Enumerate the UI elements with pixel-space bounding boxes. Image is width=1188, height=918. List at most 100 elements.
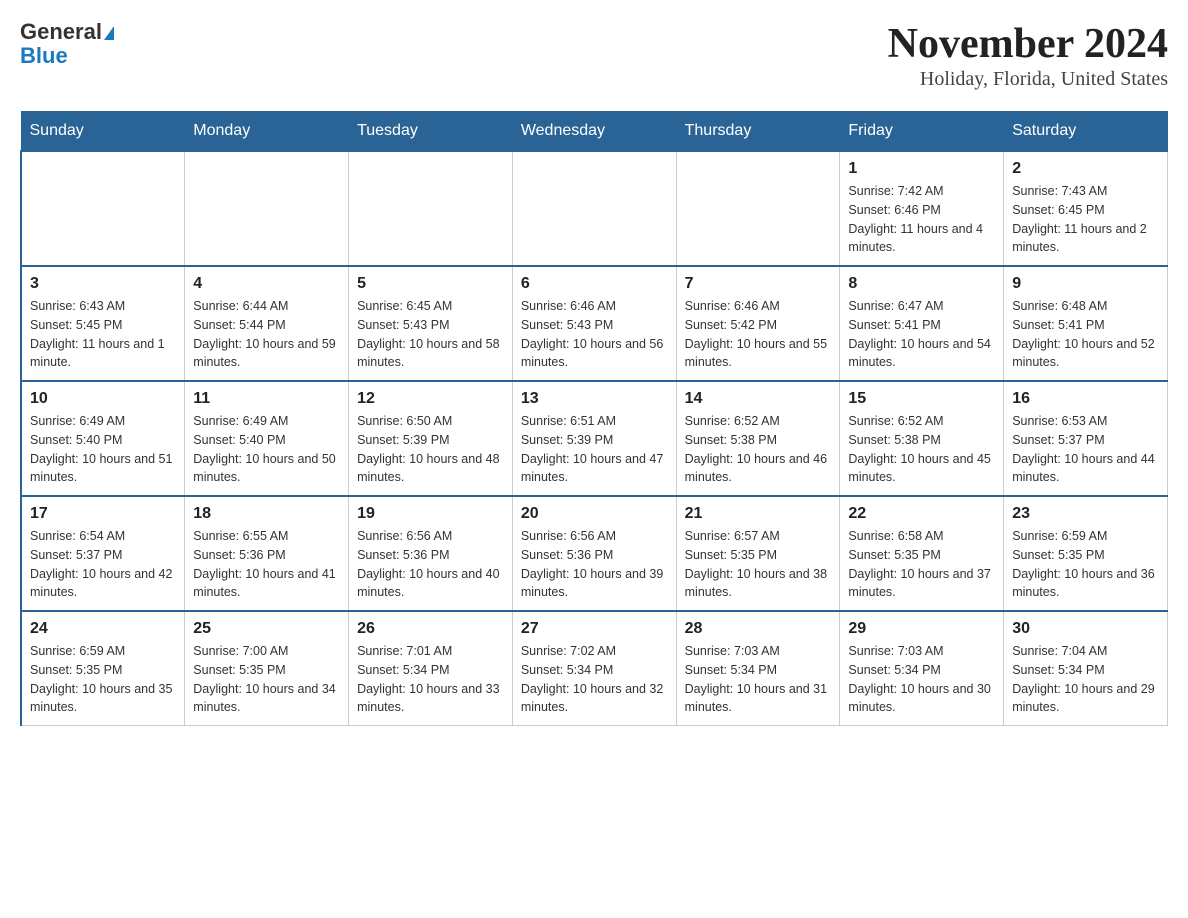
calendar-cell: 30 Sunrise: 7:04 AM Sunset: 5:34 PM Dayli…	[1004, 611, 1168, 726]
calendar-cell	[512, 151, 676, 266]
calendar-cell: 8Sunrise: 6:47 AM Sunset: 5:41 PM Daylig…	[840, 266, 1004, 381]
calendar-cell: 25 Sunrise: 7:00 AM Sunset: 5:35 PM Dayli…	[185, 611, 349, 726]
day-number: 19	[357, 505, 504, 523]
calendar-cell: 4Sunrise: 6:44 AM Sunset: 5:44 PM Daylig…	[185, 266, 349, 381]
calendar-week-row: 1 Sunrise: 7:42 AM Sunset: 6:46 PM Daylig…	[21, 151, 1168, 266]
day-info: Sunrise: 6:45 AM Sunset: 5:43 PM Dayligh…	[357, 297, 504, 372]
day-info: Sunrise: 6:58 AM Sunset: 5:35 PM Dayligh…	[848, 527, 995, 602]
day-info: Sunrise: 6:59 AM Sunset: 5:35 PM Dayligh…	[1012, 527, 1159, 602]
day-info: Sunrise: 7:00 AM Sunset: 5:35 PM Dayligh…	[193, 642, 340, 717]
day-number: 25	[193, 620, 340, 638]
day-number: 12	[357, 390, 504, 408]
calendar-cell: 29Sunrise: 7:03 AM Sunset: 5:34 PM Dayli…	[840, 611, 1004, 726]
page-title: November 2024	[888, 20, 1168, 68]
day-number: 3	[30, 275, 176, 293]
day-number: 28	[685, 620, 832, 638]
title-block: November 2024 Holiday, Florida, United S…	[888, 20, 1168, 91]
calendar-cell: 3 Sunrise: 6:43 AM Sunset: 5:45 PM Daylig…	[21, 266, 185, 381]
calendar-day-header: Tuesday	[349, 112, 513, 152]
calendar-header: SundayMondayTuesdayWednesdayThursdayFrid…	[21, 112, 1168, 152]
day-number: 5	[357, 275, 504, 293]
day-number: 16	[1012, 390, 1159, 408]
calendar-cell: 10Sunrise: 6:49 AM Sunset: 5:40 PM Dayli…	[21, 381, 185, 496]
calendar-cell: 23Sunrise: 6:59 AM Sunset: 5:35 PM Dayli…	[1004, 496, 1168, 611]
calendar-cell: 15 Sunrise: 6:52 AM Sunset: 5:38 PM Dayli…	[840, 381, 1004, 496]
calendar-day-header: Sunday	[21, 112, 185, 152]
day-number: 1	[848, 160, 995, 178]
day-info: Sunrise: 6:51 AM Sunset: 5:39 PM Dayligh…	[521, 412, 668, 487]
calendar-day-header: Wednesday	[512, 112, 676, 152]
day-number: 30	[1012, 620, 1159, 638]
day-number: 21	[685, 505, 832, 523]
calendar-cell: 11 Sunrise: 6:49 AM Sunset: 5:40 PM Dayli…	[185, 381, 349, 496]
day-info: Sunrise: 6:50 AM Sunset: 5:39 PM Dayligh…	[357, 412, 504, 487]
calendar-day-header: Monday	[185, 112, 349, 152]
day-number: 10	[30, 390, 176, 408]
day-number: 6	[521, 275, 668, 293]
day-number: 18	[193, 505, 340, 523]
day-info: Sunrise: 6:56 AM Sunset: 5:36 PM Dayligh…	[521, 527, 668, 602]
day-info: Sunrise: 7:01 AM Sunset: 5:34 PM Dayligh…	[357, 642, 504, 717]
calendar-cell: 26 Sunrise: 7:01 AM Sunset: 5:34 PM Dayli…	[349, 611, 513, 726]
day-info: Sunrise: 6:56 AM Sunset: 5:36 PM Dayligh…	[357, 527, 504, 602]
day-number: 27	[521, 620, 668, 638]
calendar-cell	[349, 151, 513, 266]
day-number: 4	[193, 275, 340, 293]
day-info: Sunrise: 6:52 AM Sunset: 5:38 PM Dayligh…	[848, 412, 995, 487]
calendar-day-header: Saturday	[1004, 112, 1168, 152]
calendar-week-row: 10 Sunrise: 6:49 AM Sunset: 5:40 PM Dayli…	[21, 381, 1168, 496]
day-number: 7	[685, 275, 832, 293]
calendar-cell: 2 Sunrise: 7:43 AM Sunset: 6:45 PM Daylig…	[1004, 151, 1168, 266]
calendar-cell: 16 Sunrise: 6:53 AM Sunset: 5:37 PM Dayli…	[1004, 381, 1168, 496]
logo-triangle-icon	[104, 26, 114, 40]
calendar-cell: 21 Sunrise: 6:57 AM Sunset: 5:35 PM Dayli…	[676, 496, 840, 611]
calendar-cell: 6 Sunrise: 6:46 AM Sunset: 5:43 PM Daylig…	[512, 266, 676, 381]
day-number: 24	[30, 620, 176, 638]
calendar-cell: 1 Sunrise: 7:42 AM Sunset: 6:46 PM Daylig…	[840, 151, 1004, 266]
calendar-cell: 18 Sunrise: 6:55 AM Sunset: 5:36 PM Dayli…	[185, 496, 349, 611]
calendar-cell	[676, 151, 840, 266]
calendar-week-row: 24 Sunrise: 6:59 AM Sunset: 5:35 PM Dayli…	[21, 611, 1168, 726]
day-number: 2	[1012, 160, 1159, 178]
day-number: 26	[357, 620, 504, 638]
day-info: Sunrise: 7:42 AM Sunset: 6:46 PM Dayligh…	[848, 182, 995, 257]
calendar-day-header: Friday	[840, 112, 1004, 152]
calendar-cell	[185, 151, 349, 266]
day-number: 17	[30, 505, 176, 523]
calendar-cell: 22Sunrise: 6:58 AM Sunset: 5:35 PM Dayli…	[840, 496, 1004, 611]
day-info: Sunrise: 6:46 AM Sunset: 5:42 PM Dayligh…	[685, 297, 832, 372]
day-info: Sunrise: 7:04 AM Sunset: 5:34 PM Dayligh…	[1012, 642, 1159, 717]
day-number: 13	[521, 390, 668, 408]
day-info: Sunrise: 6:46 AM Sunset: 5:43 PM Dayligh…	[521, 297, 668, 372]
day-info: Sunrise: 6:54 AM Sunset: 5:37 PM Dayligh…	[30, 527, 176, 602]
calendar-header-row: SundayMondayTuesdayWednesdayThursdayFrid…	[21, 112, 1168, 152]
day-number: 29	[848, 620, 995, 638]
day-info: Sunrise: 6:55 AM Sunset: 5:36 PM Dayligh…	[193, 527, 340, 602]
day-number: 15	[848, 390, 995, 408]
day-number: 20	[521, 505, 668, 523]
calendar-cell: 28Sunrise: 7:03 AM Sunset: 5:34 PM Dayli…	[676, 611, 840, 726]
calendar-cell: 12 Sunrise: 6:50 AM Sunset: 5:39 PM Dayli…	[349, 381, 513, 496]
day-info: Sunrise: 6:53 AM Sunset: 5:37 PM Dayligh…	[1012, 412, 1159, 487]
calendar-body: 1 Sunrise: 7:42 AM Sunset: 6:46 PM Daylig…	[21, 151, 1168, 726]
day-number: 8	[848, 275, 995, 293]
calendar-cell	[21, 151, 185, 266]
calendar-cell: 27Sunrise: 7:02 AM Sunset: 5:34 PM Dayli…	[512, 611, 676, 726]
calendar-week-row: 3 Sunrise: 6:43 AM Sunset: 5:45 PM Daylig…	[21, 266, 1168, 381]
page-subtitle: Holiday, Florida, United States	[888, 68, 1168, 91]
day-info: Sunrise: 7:43 AM Sunset: 6:45 PM Dayligh…	[1012, 182, 1159, 257]
page-header: General Blue November 2024 Holiday, Flor…	[20, 20, 1168, 91]
day-info: Sunrise: 6:52 AM Sunset: 5:38 PM Dayligh…	[685, 412, 832, 487]
day-number: 14	[685, 390, 832, 408]
day-info: Sunrise: 6:57 AM Sunset: 5:35 PM Dayligh…	[685, 527, 832, 602]
calendar-table: SundayMondayTuesdayWednesdayThursdayFrid…	[20, 111, 1168, 726]
logo-blue-text: Blue	[20, 44, 114, 68]
calendar-week-row: 17 Sunrise: 6:54 AM Sunset: 5:37 PM Dayli…	[21, 496, 1168, 611]
calendar-cell: 14 Sunrise: 6:52 AM Sunset: 5:38 PM Dayli…	[676, 381, 840, 496]
day-info: Sunrise: 6:43 AM Sunset: 5:45 PM Dayligh…	[30, 297, 176, 372]
day-info: Sunrise: 6:49 AM Sunset: 5:40 PM Dayligh…	[193, 412, 340, 487]
calendar-cell: 17 Sunrise: 6:54 AM Sunset: 5:37 PM Dayli…	[21, 496, 185, 611]
day-info: Sunrise: 6:59 AM Sunset: 5:35 PM Dayligh…	[30, 642, 176, 717]
calendar-cell: 20 Sunrise: 6:56 AM Sunset: 5:36 PM Dayli…	[512, 496, 676, 611]
day-number: 11	[193, 390, 340, 408]
